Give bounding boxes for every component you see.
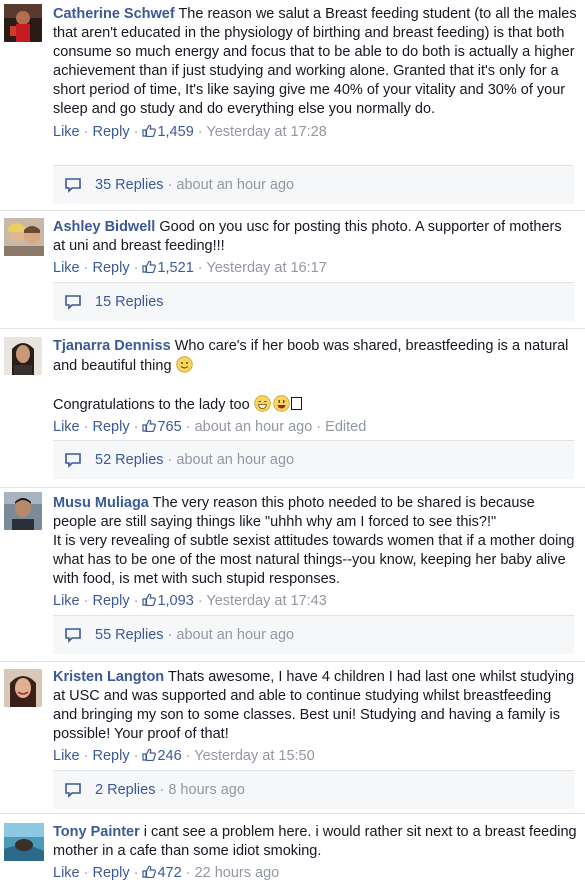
comment-actions: Like · Reply · 1,459 · Yesterday at 17:2… <box>53 124 327 140</box>
thumbs-up-icon <box>142 124 157 137</box>
happy-emoji-icon <box>273 395 290 412</box>
reply-link[interactable]: Reply <box>93 419 130 435</box>
comment-content: Musu Muliaga The very reason this photo … <box>53 494 577 611</box>
replies-count[interactable]: 52 Replies <box>95 452 164 468</box>
reply-arrow-icon <box>65 627 81 643</box>
avatar[interactable] <box>4 669 42 707</box>
replies-count[interactable]: 55 Replies <box>95 627 164 643</box>
like-link[interactable]: Like <box>53 593 80 609</box>
replies-count[interactable]: 35 Replies <box>95 177 164 193</box>
comment-timestamp[interactable]: about an hour ago <box>195 419 313 435</box>
edited-label[interactable]: Edited <box>325 419 366 435</box>
like-link[interactable]: Like <box>53 748 80 764</box>
comment-author[interactable]: Ashley Bidwell <box>53 219 155 235</box>
like-link[interactable]: Like <box>53 419 80 435</box>
comment-text-continued: It is very revealing of subtle sexist at… <box>53 533 579 587</box>
comment: Catherine Schwef The reason we salut a B… <box>0 0 585 211</box>
comment-timestamp[interactable]: Yesterday at 17:28 <box>206 124 326 140</box>
comment-timestamp[interactable]: 22 hours ago <box>195 865 280 881</box>
replies-count[interactable]: 2 Replies <box>95 782 155 798</box>
comment-text-continued: Congratulations to the lady too <box>53 397 250 413</box>
replies-count[interactable]: 15 Replies <box>95 294 164 310</box>
comment-author[interactable]: Musu Muliaga <box>53 495 149 511</box>
avatar[interactable] <box>4 823 44 861</box>
thumbs-up-icon <box>142 260 157 273</box>
like-link[interactable]: Like <box>53 124 80 140</box>
like-link[interactable]: Like <box>53 865 80 881</box>
reply-link[interactable]: Reply <box>93 748 130 764</box>
replies-timestamp: about an hour ago <box>176 452 295 468</box>
avatar[interactable] <box>4 218 44 256</box>
like-count[interactable]: 472 <box>142 865 182 881</box>
comment-content: Tjanarra Denniss Who care's if her boob … <box>53 337 577 437</box>
comment-author[interactable]: Catherine Schwef <box>53 6 175 22</box>
comment-actions: Like · Reply · 246 · Yesterday at 15:50 <box>53 748 315 764</box>
thumbs-up-icon <box>142 748 157 761</box>
replies-link[interactable]: 2 Replies · 8 hours ago <box>53 770 574 809</box>
like-count[interactable]: 1,521 <box>142 260 194 276</box>
like-count[interactable]: 246 <box>142 748 182 764</box>
reply-link[interactable]: Reply <box>93 124 130 140</box>
grin-emoji-icon <box>254 395 271 412</box>
replies-timestamp: 8 hours ago <box>168 782 245 798</box>
avatar[interactable] <box>4 492 42 530</box>
replies-link[interactable]: 15 Replies <box>53 282 574 321</box>
comment-author[interactable]: Tony Painter <box>53 824 140 840</box>
reply-arrow-icon <box>65 177 81 193</box>
comment: Ashley Bidwell Good on you usc for posti… <box>0 210 585 329</box>
like-count[interactable]: 1,093 <box>142 593 194 609</box>
comment-actions: Like · Reply · 472 · 22 hours ago <box>53 865 280 881</box>
comment: Tjanarra Denniss Who care's if her boob … <box>0 328 585 488</box>
comment-timestamp[interactable]: Yesterday at 16:17 <box>206 260 326 276</box>
comment: Musu Muliaga The very reason this photo … <box>0 487 585 662</box>
comment-text: The reason we salut a Breast feeding stu… <box>53 6 581 117</box>
avatar[interactable] <box>4 337 42 375</box>
reply-link[interactable]: Reply <box>93 593 130 609</box>
comment-author[interactable]: Tjanarra Denniss <box>53 338 171 354</box>
reply-arrow-icon <box>65 294 81 310</box>
thumbs-up-icon <box>142 593 157 606</box>
replies-link[interactable]: 35 Replies · about an hour ago <box>53 165 574 204</box>
replies-timestamp: about an hour ago <box>176 627 295 643</box>
comment-content: Tony Painter i cant see a problem here. … <box>53 823 577 883</box>
comment-actions: Like · Reply · 1,521 · Yesterday at 16:1… <box>53 260 327 276</box>
thumbs-up-icon <box>142 419 157 432</box>
comment-actions: Like · Reply · 765 · about an hour ago ·… <box>53 419 367 435</box>
reply-link[interactable]: Reply <box>93 865 130 881</box>
comment: Kristen Langton Thats awesome, I have 4 … <box>0 661 585 814</box>
reply-arrow-icon <box>65 782 81 798</box>
comment-author[interactable]: Kristen Langton <box>53 669 164 685</box>
like-link[interactable]: Like <box>53 260 80 276</box>
replies-link[interactable]: 55 Replies · about an hour ago <box>53 615 574 654</box>
like-count[interactable]: 765 <box>142 419 182 435</box>
comment: Tony Painter i cant see a problem here. … <box>0 813 585 883</box>
comment-timestamp[interactable]: Yesterday at 15:50 <box>194 748 314 764</box>
replies-timestamp: about an hour ago <box>176 177 295 193</box>
comment-content: Catherine Schwef The reason we salut a B… <box>53 5 577 142</box>
replies-link[interactable]: 52 Replies · about an hour ago <box>53 440 574 479</box>
comment-actions: Like · Reply · 1,093 · Yesterday at 17:4… <box>53 593 327 609</box>
thumbs-up-icon <box>142 865 157 878</box>
like-count[interactable]: 1,459 <box>142 124 194 140</box>
missing-glyph-icon <box>290 397 302 410</box>
comment-content: Kristen Langton Thats awesome, I have 4 … <box>53 668 577 766</box>
comment-timestamp[interactable]: Yesterday at 17:43 <box>206 593 326 609</box>
reply-link[interactable]: Reply <box>93 260 130 276</box>
comment-content: Ashley Bidwell Good on you usc for posti… <box>53 218 577 278</box>
avatar[interactable] <box>4 4 42 42</box>
smiley-emoji-icon <box>175 356 193 373</box>
reply-arrow-icon <box>65 452 81 468</box>
